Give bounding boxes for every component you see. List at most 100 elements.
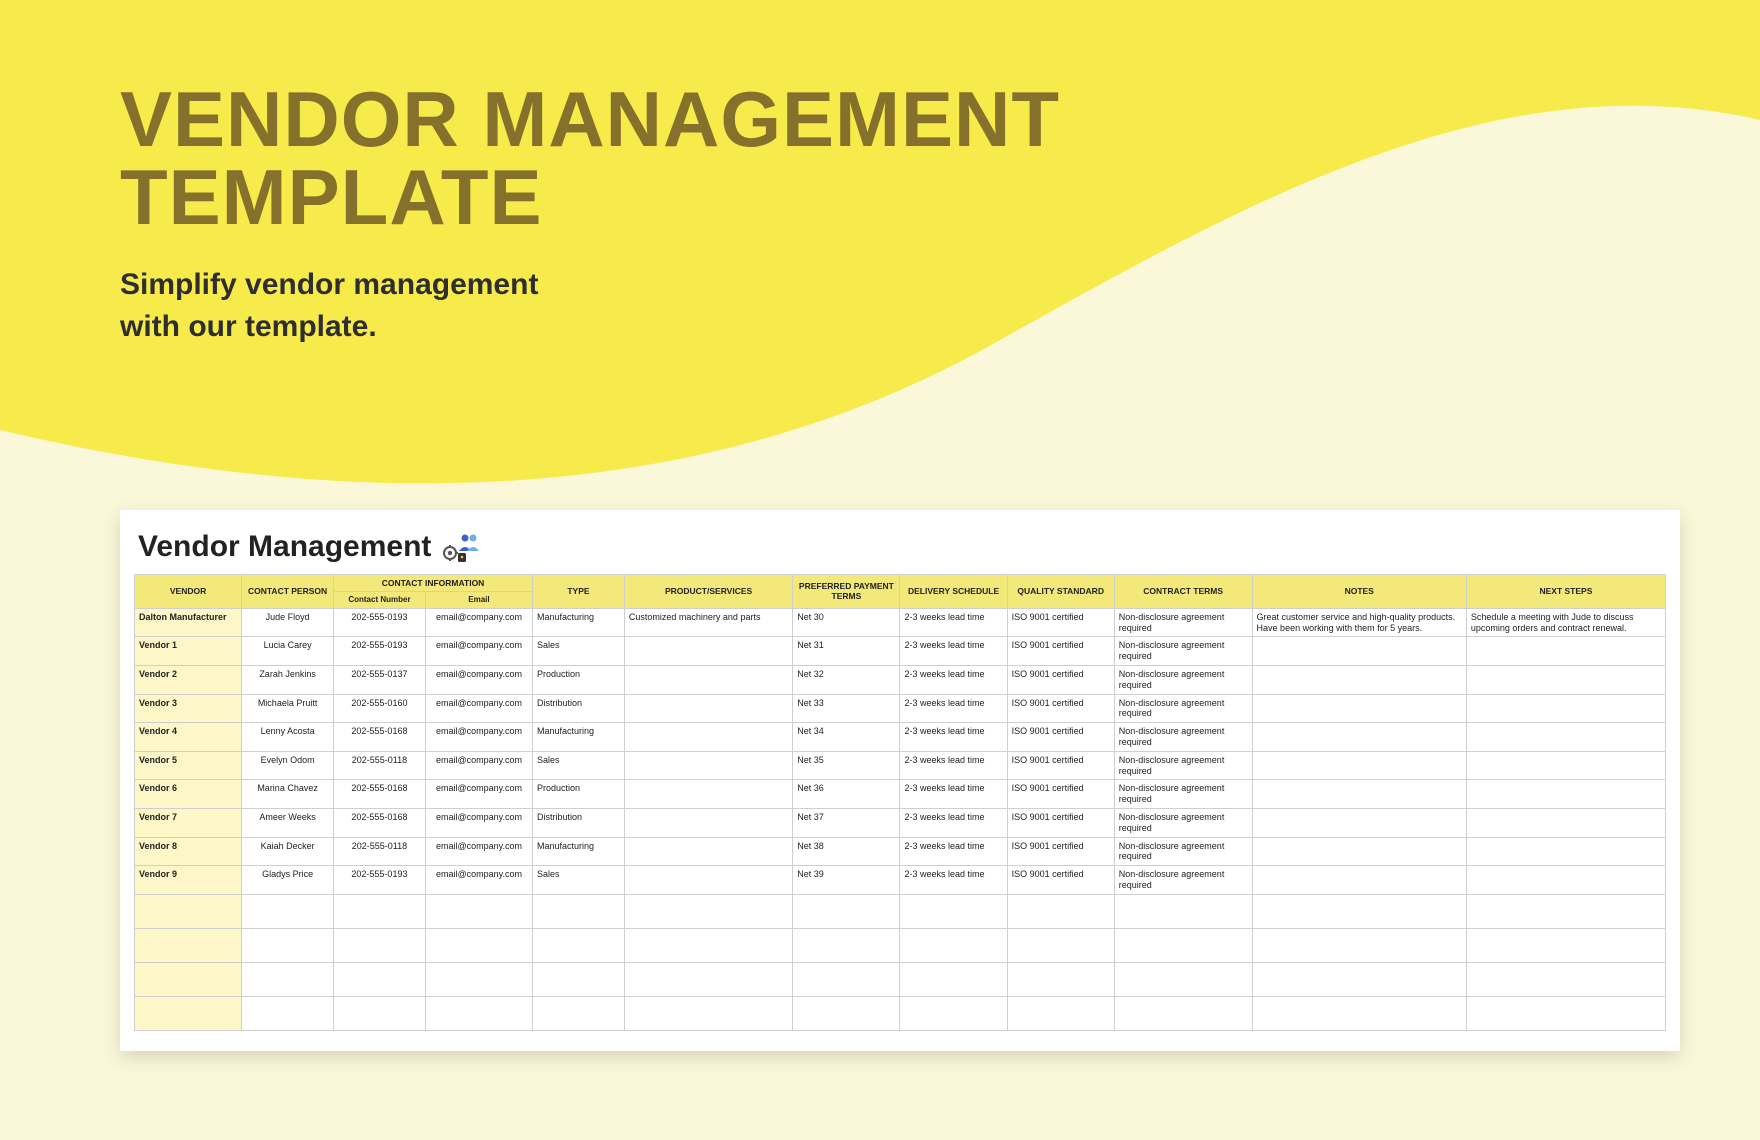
table-cell: email@company.com <box>425 608 532 637</box>
table-cell: 202-555-0137 <box>334 665 426 694</box>
table-cell: ISO 9001 certified <box>1007 808 1114 837</box>
table-cell <box>1252 694 1466 723</box>
table-cell: Vendor 1 <box>135 637 242 666</box>
table-row: Dalton ManufacturerJude Floyd202-555-019… <box>135 608 1666 637</box>
table-cell: ISO 9001 certified <box>1007 694 1114 723</box>
table-cell: 2-3 weeks lead time <box>900 808 1007 837</box>
table-row-empty <box>135 996 1666 1030</box>
table-cell <box>242 996 334 1030</box>
table-cell: Distribution <box>533 808 625 837</box>
table-cell <box>1252 665 1466 694</box>
table-cell <box>533 894 625 928</box>
table-cell <box>624 723 792 752</box>
table-cell <box>900 962 1007 996</box>
table-cell <box>1252 751 1466 780</box>
table-cell: ISO 9001 certified <box>1007 723 1114 752</box>
table-cell: 202-555-0160 <box>334 694 426 723</box>
table-cell: Schedule a meeting with Jude to discuss … <box>1466 608 1665 637</box>
table-cell <box>242 962 334 996</box>
th-email: Email <box>425 592 532 609</box>
table-cell <box>242 894 334 928</box>
th-quality: QUALITY STANDARD <box>1007 575 1114 609</box>
table-cell: Lucia Carey <box>242 637 334 666</box>
th-contact-info: CONTACT INFORMATION <box>334 575 533 592</box>
table-cell: ISO 9001 certified <box>1007 866 1114 895</box>
table-cell <box>793 928 900 962</box>
table-cell: Manufacturing <box>533 723 625 752</box>
spreadsheet-preview: Vendor Management VENDOR CONT <box>120 510 1680 1051</box>
table-cell <box>1114 928 1252 962</box>
table-row: Vendor 1Lucia Carey202-555-0193email@com… <box>135 637 1666 666</box>
table-cell: email@company.com <box>425 780 532 809</box>
table-cell: Net 37 <box>793 808 900 837</box>
table-cell <box>900 928 1007 962</box>
table-cell: Great customer service and high-quality … <box>1252 608 1466 637</box>
table-cell: Jude Floyd <box>242 608 334 637</box>
table-cell: 202-555-0118 <box>334 837 426 866</box>
table-row: Vendor 6Marina Chavez202-555-0168email@c… <box>135 780 1666 809</box>
table-cell: 2-3 weeks lead time <box>900 866 1007 895</box>
table-cell <box>900 996 1007 1030</box>
table-cell <box>1252 996 1466 1030</box>
table-cell: 2-3 weeks lead time <box>900 665 1007 694</box>
table-cell <box>624 694 792 723</box>
table-cell <box>1114 996 1252 1030</box>
table-row: Vendor 2Zarah Jenkins202-555-0137email@c… <box>135 665 1666 694</box>
table-cell: Sales <box>533 751 625 780</box>
table-cell: 202-555-0193 <box>334 866 426 895</box>
table-cell <box>334 928 426 962</box>
table-cell: Vendor 8 <box>135 837 242 866</box>
table-cell: email@company.com <box>425 665 532 694</box>
th-vendor: VENDOR <box>135 575 242 609</box>
table-cell <box>425 962 532 996</box>
table-cell <box>1466 962 1665 996</box>
table-cell: 202-555-0193 <box>334 608 426 637</box>
table-row-empty <box>135 962 1666 996</box>
table-cell <box>1252 928 1466 962</box>
table-cell <box>793 996 900 1030</box>
table-cell: Non-disclosure agreement required <box>1114 694 1252 723</box>
table-cell <box>624 894 792 928</box>
table-cell: 2-3 weeks lead time <box>900 837 1007 866</box>
table-cell: email@company.com <box>425 837 532 866</box>
hero-sub-line2: with our template. <box>120 310 377 343</box>
table-cell: email@company.com <box>425 694 532 723</box>
table-cell: email@company.com <box>425 751 532 780</box>
table-cell: ISO 9001 certified <box>1007 608 1114 637</box>
table-cell: Net 31 <box>793 637 900 666</box>
table-cell: Net 36 <box>793 780 900 809</box>
table-cell: Vendor 7 <box>135 808 242 837</box>
table-cell: Net 30 <box>793 608 900 637</box>
hero-subtitle: Simplify vendor management with our temp… <box>120 264 1060 348</box>
table-cell: email@company.com <box>425 808 532 837</box>
table-cell: Dalton Manufacturer <box>135 608 242 637</box>
table-cell <box>425 996 532 1030</box>
table-cell <box>624 928 792 962</box>
table-cell: 2-3 weeks lead time <box>900 723 1007 752</box>
table-cell <box>1466 637 1665 666</box>
table-cell: Vendor 5 <box>135 751 242 780</box>
vendor-table: VENDOR CONTACT PERSON CONTACT INFORMATIO… <box>134 574 1666 1031</box>
table-cell <box>135 894 242 928</box>
table-cell <box>1252 866 1466 895</box>
hero-title-line1: VENDOR MANAGEMENT <box>120 75 1060 163</box>
table-cell: Non-disclosure agreement required <box>1114 808 1252 837</box>
table-cell: Non-disclosure agreement required <box>1114 723 1252 752</box>
table-cell: Net 32 <box>793 665 900 694</box>
table-cell: Non-disclosure agreement required <box>1114 608 1252 637</box>
table-cell <box>1252 962 1466 996</box>
table-row-empty <box>135 928 1666 962</box>
table-cell <box>1007 894 1114 928</box>
table-cell <box>135 996 242 1030</box>
table-cell: 202-555-0168 <box>334 780 426 809</box>
table-cell <box>624 665 792 694</box>
table-cell: ISO 9001 certified <box>1007 751 1114 780</box>
table-cell <box>1466 866 1665 895</box>
table-cell <box>1114 962 1252 996</box>
table-row: Vendor 9Gladys Price202-555-0193email@co… <box>135 866 1666 895</box>
table-cell: Sales <box>533 637 625 666</box>
table-cell: Manufacturing <box>533 837 625 866</box>
table-cell <box>624 637 792 666</box>
table-cell: Net 39 <box>793 866 900 895</box>
table-cell <box>1252 723 1466 752</box>
